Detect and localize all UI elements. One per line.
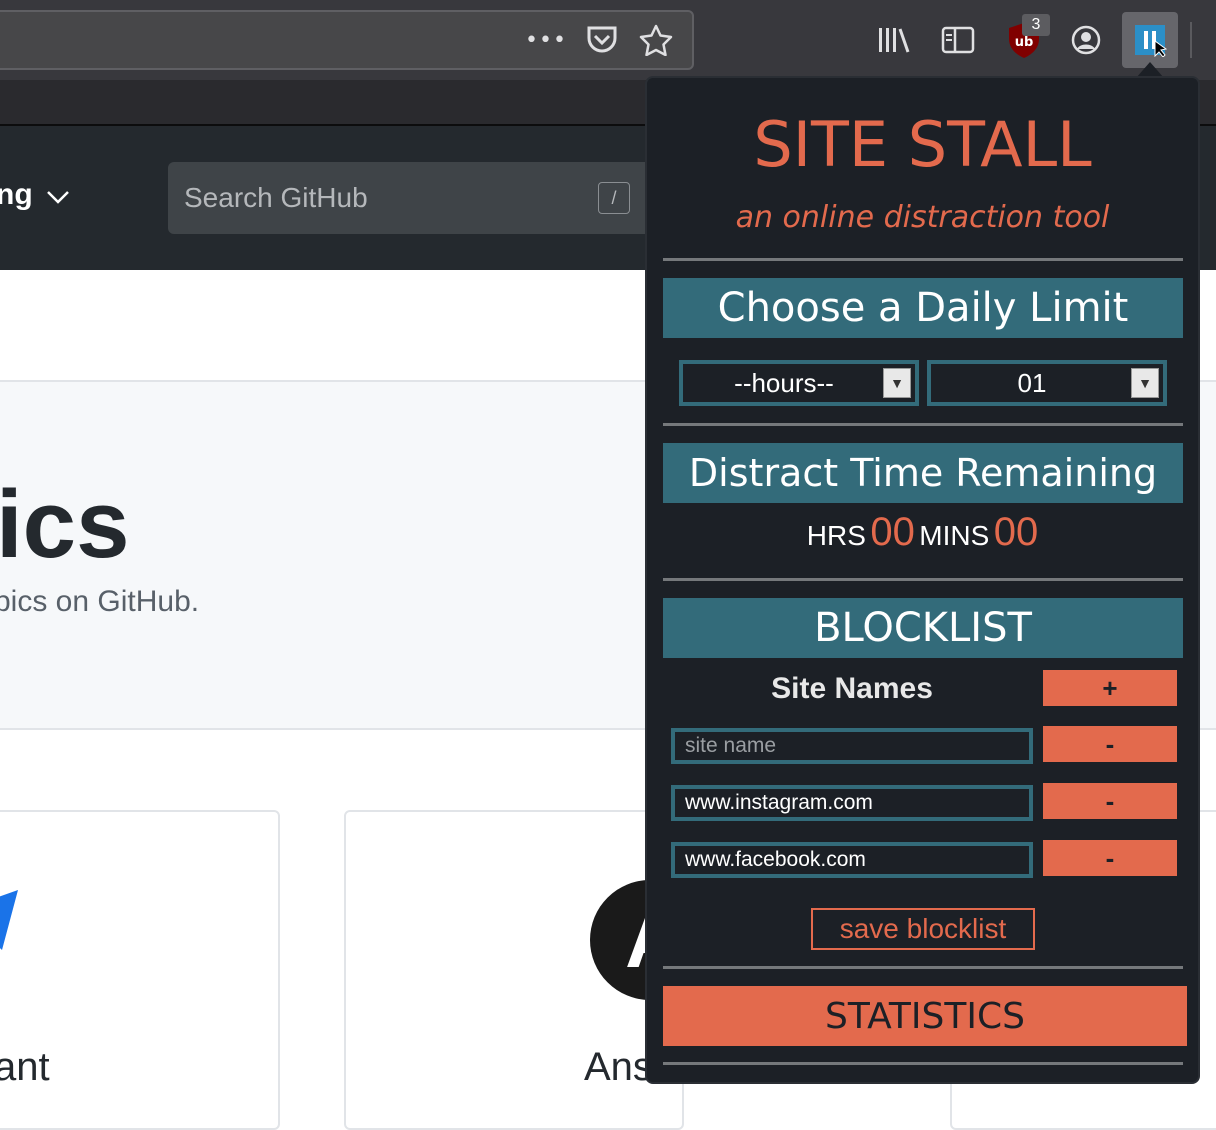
divider: [663, 578, 1183, 581]
pocket-icon[interactable]: [584, 22, 620, 58]
site-names-label: Site Names: [771, 672, 933, 705]
nav-dropdown[interactable]: ng: [0, 178, 71, 213]
site-stall-popup: SITE STALL an online distraction tool Ch…: [645, 76, 1200, 1084]
statistics-button[interactable]: STATISTICS: [663, 986, 1187, 1046]
account-icon[interactable]: [1068, 22, 1104, 58]
popup-subtitle: an online distraction tool: [735, 200, 1110, 235]
hrs-label: HRS: [806, 520, 866, 551]
hrs-value: 00: [870, 510, 915, 554]
remove-site-button[interactable]: -: [1043, 726, 1177, 762]
page-title: ics: [0, 471, 130, 578]
divider: [663, 258, 1183, 261]
topic-logo-icon: [0, 890, 20, 960]
site-name-input[interactable]: www.facebook.com: [671, 842, 1033, 878]
url-bar[interactable]: •••: [0, 10, 694, 70]
browser-toolbar: ••• ub 3: [0, 0, 1216, 80]
popup-title: SITE STALL: [753, 108, 1092, 181]
site-stall-extension-icon[interactable]: [1122, 12, 1178, 68]
bookmark-star-icon[interactable]: [638, 22, 674, 58]
more-actions-icon[interactable]: •••: [525, 26, 566, 54]
divider: [663, 423, 1183, 426]
time-remaining-readout: HRS 00 MINS 00: [647, 510, 1198, 555]
remove-site-button[interactable]: -: [1043, 840, 1177, 876]
topic-card-name: Ans: [584, 1045, 653, 1089]
mins-label: MINS: [919, 520, 990, 551]
divider: [663, 1062, 1183, 1065]
minutes-select[interactable]: 01 ▼: [927, 360, 1167, 406]
hours-select[interactable]: --hours-- ▼: [679, 360, 919, 406]
mins-value: 00: [993, 510, 1039, 554]
hours-select-value: --hours--: [734, 367, 834, 398]
page-subtitle: pics on GitHub.: [0, 585, 200, 618]
sidebar-icon[interactable]: [940, 22, 976, 58]
library-icon[interactable]: [876, 22, 912, 58]
github-search[interactable]: Search GitHub /: [168, 162, 668, 234]
time-remaining-heading: Distract Time Remaining: [663, 443, 1183, 503]
search-placeholder: Search GitHub: [184, 182, 368, 213]
add-site-button[interactable]: +: [1043, 670, 1177, 706]
daily-limit-heading: Choose a Daily Limit: [663, 278, 1183, 338]
search-shortcut-key: /: [598, 182, 630, 214]
minutes-select-value: 01: [1017, 367, 1047, 398]
dropdown-arrow-icon: ▼: [883, 368, 911, 398]
nav-label: ng: [0, 178, 33, 211]
chevron-down-icon: [45, 179, 71, 213]
ublock-badge: 3: [1022, 14, 1050, 36]
topic-card-name: ant: [0, 1045, 50, 1089]
toolbar-divider: [1190, 22, 1192, 58]
remove-site-button[interactable]: -: [1043, 783, 1177, 819]
blocklist-heading: BLOCKLIST: [663, 598, 1183, 658]
dropdown-arrow-icon: ▼: [1131, 368, 1159, 398]
save-blocklist-button[interactable]: save blocklist: [811, 908, 1035, 950]
divider: [663, 966, 1183, 969]
site-name-input[interactable]: www.instagram.com: [671, 785, 1033, 821]
site-name-input[interactable]: site name: [671, 728, 1033, 764]
svg-text:ub: ub: [1015, 35, 1034, 50]
